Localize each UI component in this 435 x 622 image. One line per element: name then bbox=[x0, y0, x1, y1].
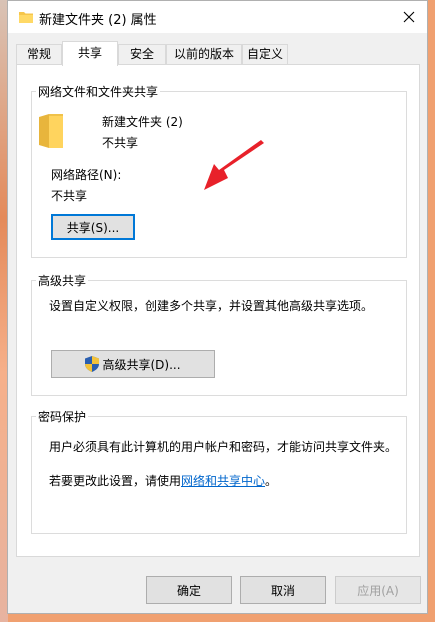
tab-customize[interactable]: 自定义 bbox=[242, 44, 288, 64]
password-protection-group: 密码保护 bbox=[31, 408, 407, 534]
password-protection-description: 用户必须具有此计算机的用户帐户和密码，才能访问共享文件夹。 bbox=[49, 440, 398, 454]
properties-dialog: 新建文件夹 (2) 属性 常规 共享 安全 以前的版本 自定义 网络文件和文件夹… bbox=[7, 0, 428, 614]
share-button[interactable]: 共享(S)... bbox=[51, 214, 135, 240]
advanced-sharing-description: 设置自定义权限，创建多个共享，并设置其他高级共享选项。 bbox=[49, 299, 374, 313]
annotation-arrow-icon bbox=[204, 140, 264, 190]
title-bar[interactable]: 新建文件夹 (2) 属性 bbox=[8, 1, 427, 33]
sharing-tab-panel: 网络文件和文件夹共享 新建文件夹 (2) 不共享 网络路径(N): 不共享 共享… bbox=[16, 64, 420, 557]
cancel-button[interactable]: 取消 bbox=[240, 576, 326, 604]
close-icon bbox=[403, 11, 415, 23]
tab-general[interactable]: 常规 bbox=[16, 44, 62, 64]
advanced-sharing-button-label: 高级共享(D)... bbox=[102, 357, 181, 372]
network-sharing-legend: 网络文件和文件夹共享 bbox=[38, 85, 159, 99]
ok-button[interactable]: 确定 bbox=[146, 576, 232, 604]
change-setting-text: 若要更改此设置，请使用网络和共享中心。 bbox=[49, 472, 277, 489]
change-setting-prefix: 若要更改此设置，请使用 bbox=[49, 474, 182, 488]
tab-previous-versions[interactable]: 以前的版本 bbox=[166, 44, 242, 64]
folder-share-status: 不共享 bbox=[102, 136, 139, 150]
change-setting-suffix: 。 bbox=[265, 474, 278, 488]
advanced-sharing-legend: 高级共享 bbox=[38, 274, 87, 288]
close-button[interactable] bbox=[391, 1, 427, 33]
advanced-sharing-button[interactable]: 高级共享(D)... bbox=[51, 350, 215, 378]
password-protection-legend: 密码保护 bbox=[38, 410, 87, 424]
folder-name: 新建文件夹 (2) bbox=[102, 115, 183, 129]
shared-folder-icon bbox=[39, 114, 63, 148]
network-path-label: 网络路径(N): bbox=[51, 168, 122, 182]
tab-sharing[interactable]: 共享 bbox=[62, 41, 118, 66]
window-title: 新建文件夹 (2) 属性 bbox=[39, 13, 157, 28]
network-sharing-center-link[interactable]: 网络和共享中心 bbox=[181, 474, 265, 488]
uac-shield-icon bbox=[85, 356, 100, 372]
tab-security[interactable]: 安全 bbox=[118, 44, 166, 64]
apply-button[interactable]: 应用(A) bbox=[335, 576, 421, 604]
network-path-value: 不共享 bbox=[51, 189, 88, 203]
folder-icon bbox=[19, 12, 33, 23]
